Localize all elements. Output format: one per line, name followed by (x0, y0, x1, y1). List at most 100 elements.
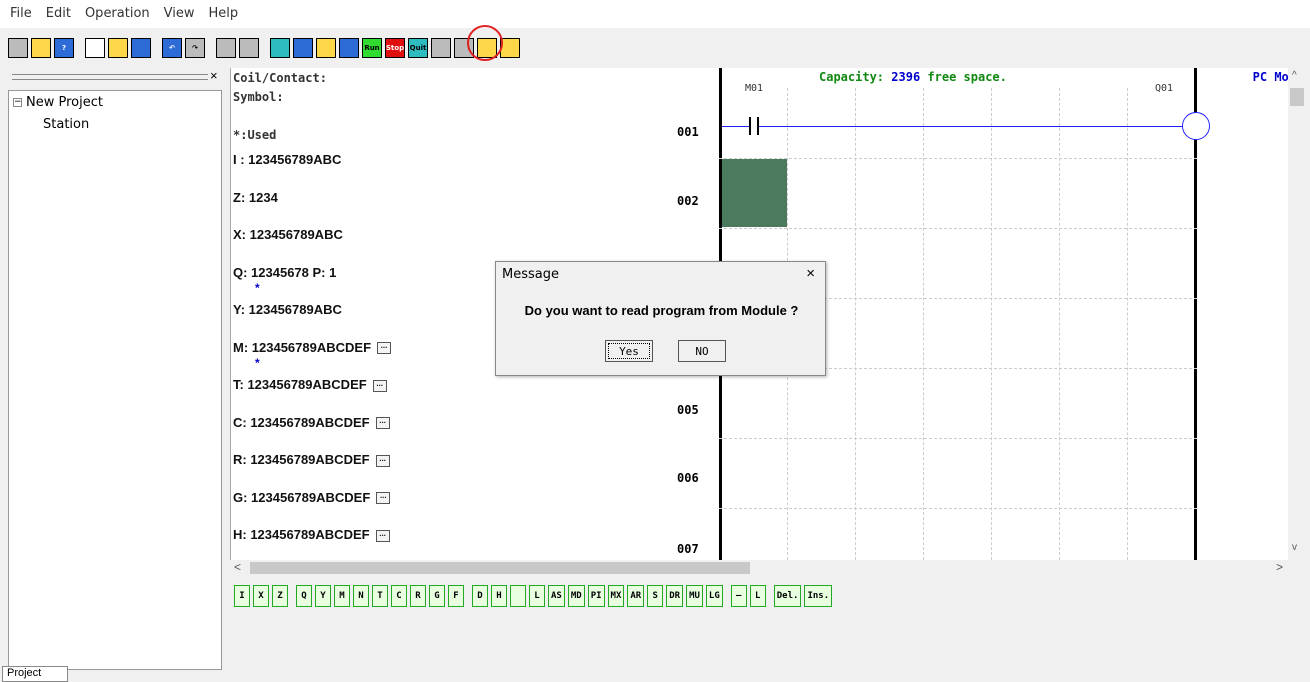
used-marker: * (255, 280, 260, 295)
quit-icon[interactable]: Quit (408, 38, 428, 58)
run-icon[interactable]: Run (362, 38, 382, 58)
contact-label: M01 (745, 83, 764, 94)
instruction-button[interactable]: X (253, 585, 269, 607)
instruction-button[interactable]: T (372, 585, 388, 607)
instruction-button[interactable]: M (334, 585, 350, 607)
instruction-button[interactable]: S (647, 585, 664, 607)
more-button[interactable]: ... (372, 379, 387, 392)
menu-item-help[interactable]: Help (202, 0, 246, 28)
instruction-button[interactable] (510, 585, 526, 607)
connect-icon[interactable] (293, 38, 313, 58)
register-text: C: 123456789ABCDEF (233, 414, 370, 430)
scroll-left-icon[interactable]: < (234, 560, 241, 574)
more-button[interactable]: ... (375, 454, 390, 467)
toolbar-group: ? (8, 38, 77, 58)
no-button[interactable]: NO (678, 340, 726, 362)
menu-item-file[interactable]: File (3, 0, 39, 28)
register-text: R: 123456789ABCDEF (233, 452, 370, 467)
tree-root-label: New Project (26, 95, 103, 110)
open-icon[interactable] (108, 38, 128, 58)
more-button[interactable]: ... (375, 417, 390, 430)
scroll-thumb[interactable] (1290, 88, 1304, 106)
tree-item-new-project[interactable]: − New Project (13, 95, 103, 110)
instruction-button[interactable]: L (529, 585, 545, 607)
register-text: Y: 123456789ABC (233, 302, 342, 317)
write-icon[interactable] (500, 38, 520, 58)
instruction-button[interactable]: C (391, 585, 407, 607)
tools-icon[interactable] (339, 38, 359, 58)
monitor-icon[interactable] (270, 38, 290, 58)
instruction-button[interactable]: H (491, 585, 507, 607)
scroll-down-icon[interactable]: v (1292, 542, 1297, 553)
instruction-button[interactable]: Q (296, 585, 312, 607)
new-file-icon[interactable] (85, 38, 105, 58)
instruction-button[interactable]: Del. (773, 585, 802, 607)
toolbar-group: ↶ ↷ (162, 38, 208, 58)
dialog-title: Message (502, 267, 559, 282)
instruction-button[interactable]: L (749, 585, 766, 607)
scroll-up-icon[interactable]: ^ (1292, 70, 1297, 81)
hscroll-thumb[interactable] (250, 562, 750, 574)
grid-line (719, 438, 1197, 439)
menu-item-operation[interactable]: Operation (78, 0, 157, 28)
undo-icon[interactable]: ↶ (162, 38, 182, 58)
instruction-button[interactable]: D (472, 585, 488, 607)
more-button[interactable]: ... (377, 342, 392, 355)
scroll-right-icon[interactable]: > (1276, 560, 1283, 574)
instruction-button[interactable]: MU (686, 585, 703, 607)
close-icon[interactable]: × (210, 68, 218, 83)
toolbar-group (85, 38, 154, 58)
close-icon[interactable]: × (806, 265, 815, 282)
instruction-button[interactable]: G (429, 585, 445, 607)
instruction-button[interactable]: Y (315, 585, 331, 607)
register-text: Z: 1234 (233, 189, 278, 205)
more-button[interactable]: ... (376, 492, 391, 505)
more-button[interactable]: ... (375, 529, 390, 542)
stop-icon[interactable]: Stop (385, 38, 405, 58)
instruction-button[interactable]: MD (567, 585, 585, 607)
transfer-icon[interactable] (316, 38, 336, 58)
run-highlight-circle (467, 25, 503, 61)
tab-project[interactable]: Project (2, 666, 68, 682)
open-folder-icon[interactable] (31, 38, 51, 58)
menu-item-view[interactable]: View (157, 0, 202, 28)
save-icon[interactable] (131, 38, 151, 58)
register-row: M: 123456789ABCDEF... (233, 340, 392, 355)
fbd-icon[interactable] (239, 38, 259, 58)
register-text: X: 123456789ABC (233, 227, 343, 242)
instruction-button[interactable]: N (353, 585, 369, 607)
collapse-icon[interactable]: − (13, 98, 22, 107)
toolbar-group (216, 38, 262, 58)
simulate-icon[interactable] (431, 38, 451, 58)
instruction-button[interactable]: AS (548, 585, 565, 607)
row-number: 002 (677, 194, 699, 208)
instruction-button[interactable]: Z (272, 585, 288, 607)
instruction-button[interactable]: — (730, 585, 747, 607)
vertical-scrollbar[interactable]: ^ v (1288, 68, 1306, 560)
instruction-button[interactable]: F (448, 585, 464, 607)
horizontal-scrollbar[interactable]: < > (230, 560, 1306, 576)
register-row: I : 123456789ABC (233, 152, 341, 167)
rung-wire (722, 126, 749, 127)
instruction-button[interactable]: MX (607, 585, 625, 607)
coil-label: Q01 (1155, 83, 1174, 94)
coil-symbol[interactable] (1182, 112, 1210, 140)
instruction-button[interactable]: DR (666, 585, 684, 607)
register-row: H: 123456789ABCDEF... (233, 527, 390, 542)
select-icon[interactable] (8, 38, 28, 58)
instruction-button[interactable]: AR (627, 585, 645, 607)
instruction-button[interactable]: I (234, 585, 250, 607)
pane-grip[interactable] (12, 74, 208, 80)
yes-button[interactable]: Yes (605, 340, 653, 362)
instruction-button[interactable]: LG (705, 585, 723, 607)
ladder-icon[interactable] (216, 38, 236, 58)
menu-item-edit[interactable]: Edit (39, 0, 78, 28)
register-text: Q: 12345678 P: 1 (233, 264, 337, 280)
instruction-button[interactable]: R (410, 585, 426, 607)
help-icon[interactable]: ? (54, 38, 74, 58)
instruction-button[interactable]: Ins. (804, 585, 833, 607)
tree-item-station[interactable]: Station (43, 117, 89, 132)
contact-left-bar (749, 117, 751, 135)
redo-icon[interactable]: ↷ (185, 38, 205, 58)
instruction-button[interactable]: PI (587, 585, 605, 607)
